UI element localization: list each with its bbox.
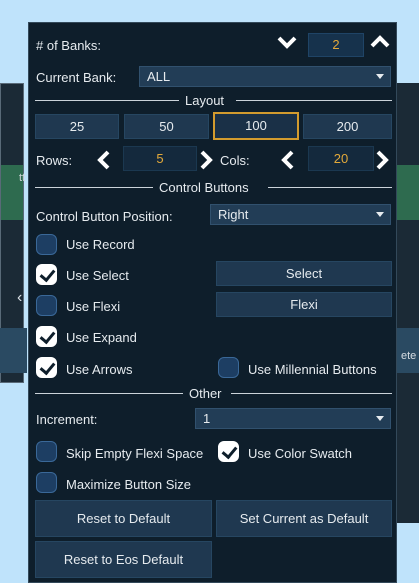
- use-arrows-label: Use Arrows: [66, 362, 133, 377]
- set-current-as-default-button[interactable]: Set Current as Default: [216, 500, 392, 537]
- maximize-button-size-checkbox[interactable]: [36, 472, 57, 493]
- chevron-down-icon[interactable]: [277, 34, 297, 52]
- rows-decrement-icon[interactable]: [97, 150, 111, 173]
- background-text-left: tt: [19, 172, 26, 184]
- layout-option-25[interactable]: 25: [35, 114, 119, 139]
- select-button[interactable]: Select: [216, 261, 392, 286]
- use-expand-checkbox[interactable]: [36, 326, 57, 347]
- control-buttons-title: Control Buttons: [159, 180, 249, 195]
- other-section-header: Other: [35, 386, 392, 401]
- background-tile-right: [396, 165, 419, 220]
- cols-decrement-icon[interactable]: [281, 150, 295, 173]
- use-record-checkbox[interactable]: [36, 234, 57, 255]
- banks-value[interactable]: 2: [308, 33, 364, 57]
- use-flexi-checkbox[interactable]: [36, 295, 57, 316]
- current-bank-label: Current Bank:: [36, 70, 117, 85]
- use-arrows-checkbox[interactable]: [36, 357, 57, 378]
- reset-to-default-button[interactable]: Reset to Default: [35, 500, 212, 537]
- layout-option-100[interactable]: 100: [213, 112, 299, 140]
- skip-empty-flexi-label: Skip Empty Flexi Space: [66, 446, 204, 461]
- caret-down-icon: [376, 212, 384, 217]
- chevron-left-icon: ‹: [17, 289, 23, 306]
- control-buttons-section-header: Control Buttons: [35, 180, 392, 195]
- use-color-swatch-label: Use Color Swatch: [248, 446, 353, 461]
- cols-value[interactable]: 20: [308, 146, 374, 171]
- use-color-swatch-checkbox[interactable]: [218, 441, 239, 462]
- control-button-position-dropdown[interactable]: Right: [210, 204, 391, 225]
- use-expand-label: Use Expand: [66, 330, 137, 345]
- current-bank-dropdown[interactable]: ALL: [139, 66, 391, 87]
- banks-label: # of Banks:: [36, 38, 102, 53]
- use-millennial-checkbox[interactable]: [218, 357, 239, 378]
- use-record-label: Use Record: [66, 237, 135, 252]
- use-flexi-label: Use Flexi: [66, 299, 121, 314]
- maximize-button-size-label: Maximize Button Size: [66, 477, 191, 492]
- layout-option-50[interactable]: 50: [124, 114, 209, 139]
- chevron-up-icon[interactable]: [370, 34, 390, 52]
- layout-title: Layout: [185, 93, 225, 108]
- use-select-label: Use Select: [66, 268, 129, 283]
- caret-down-icon: [376, 416, 384, 421]
- caret-down-icon: [376, 74, 384, 79]
- skip-empty-flexi-checkbox[interactable]: [36, 441, 57, 462]
- background-panel-right: [394, 83, 419, 523]
- current-bank-value: ALL: [147, 69, 171, 84]
- rows-increment-icon[interactable]: [199, 150, 213, 173]
- rows-value[interactable]: 5: [123, 146, 197, 171]
- reset-to-eos-default-button[interactable]: Reset to Eos Default: [35, 541, 212, 578]
- bank-settings-dialog: # of Banks: 2 Current Bank: ALL Layout 2…: [28, 22, 397, 583]
- cols-increment-icon[interactable]: [375, 150, 389, 173]
- increment-value: 1: [203, 411, 211, 426]
- flexi-button[interactable]: Flexi: [216, 292, 392, 317]
- control-button-position-value: Right: [218, 207, 249, 222]
- increment-dropdown[interactable]: 1: [195, 408, 391, 429]
- background-strip-left: [0, 328, 27, 373]
- layout-section-header: Layout: [35, 93, 392, 108]
- other-title: Other: [189, 386, 222, 401]
- layout-option-200[interactable]: 200: [303, 114, 392, 139]
- cols-label: Cols:: [220, 153, 250, 168]
- background-text-right: ete: [401, 350, 417, 362]
- control-button-position-label: Control Button Position:: [36, 209, 173, 224]
- increment-label: Increment:: [36, 412, 98, 427]
- rows-label: Rows:: [36, 153, 73, 168]
- use-select-checkbox[interactable]: [36, 264, 57, 285]
- use-millennial-label: Use Millennial Buttons: [248, 362, 377, 377]
